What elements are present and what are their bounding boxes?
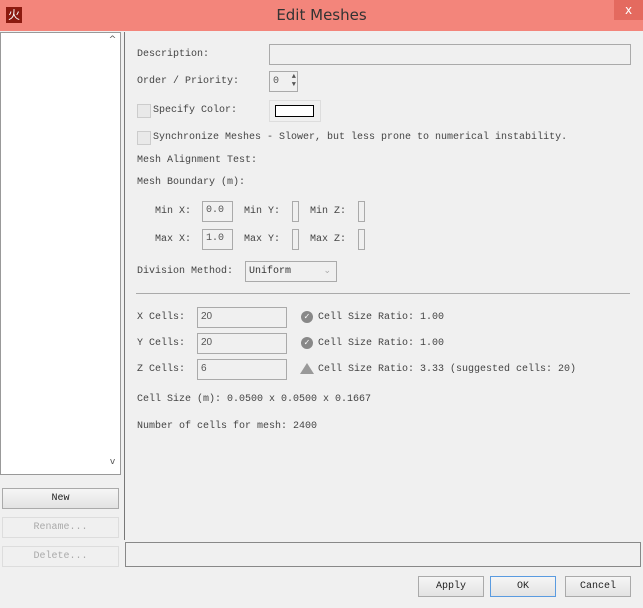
new-button[interactable]: New xyxy=(2,488,119,509)
cancel-button[interactable]: Cancel xyxy=(565,576,631,597)
color-swatch xyxy=(275,105,314,117)
number-of-cells-text: Number of cells for mesh: 2400 xyxy=(137,421,318,432)
min-y-input[interactable] xyxy=(292,201,299,222)
description-label: Description: xyxy=(137,49,210,60)
min-y-label: Min Y: xyxy=(244,206,281,217)
z-cells-input[interactable]: 6 xyxy=(197,359,287,380)
apply-button[interactable]: Apply xyxy=(418,576,484,597)
x-cells-label: X Cells: xyxy=(137,312,186,323)
delete-button[interactable]: Delete... xyxy=(2,546,119,567)
priority-label: Order / Priority: xyxy=(137,76,240,87)
priority-value: 0 xyxy=(273,76,280,87)
color-picker-button[interactable] xyxy=(269,100,321,122)
max-x-label: Max X: xyxy=(155,234,192,245)
division-method-value: Uniform xyxy=(249,266,292,277)
priority-spinner[interactable]: 0 ▲ ▼ xyxy=(269,71,298,92)
scroll-up-icon[interactable]: ^ xyxy=(105,35,120,50)
max-y-label: Max Y: xyxy=(244,234,281,245)
min-z-label: Min Z: xyxy=(310,206,347,217)
min-z-input[interactable] xyxy=(358,201,365,222)
max-z-label: Max Z: xyxy=(310,234,347,245)
x-cells-input[interactable]: 20 xyxy=(197,307,287,328)
divider xyxy=(136,293,630,294)
window-title: Edit Meshes xyxy=(276,6,367,24)
synchronize-meshes-label: Synchronize Meshes - Slower, but less pr… xyxy=(153,132,568,143)
max-y-input[interactable] xyxy=(292,229,299,250)
division-method-label: Division Method: xyxy=(137,266,234,277)
y-cells-label: Y Cells: xyxy=(137,338,186,349)
close-button[interactable]: x xyxy=(614,0,643,20)
alignment-test-label: Mesh Alignment Test: xyxy=(137,155,258,166)
synchronize-meshes-checkbox[interactable] xyxy=(137,131,151,145)
z-cells-label: Z Cells: xyxy=(137,364,186,375)
x-cell-size-ratio: Cell Size Ratio: 1.00 xyxy=(318,312,445,323)
status-bar xyxy=(125,542,641,567)
min-x-label: Min X: xyxy=(155,206,192,217)
z-cell-size-ratio: Cell Size Ratio: 3.33 (suggested cells: … xyxy=(318,364,577,375)
cell-size-text: Cell Size (m): 0.0500 x 0.0500 x 0.1667 xyxy=(137,394,372,405)
min-x-input[interactable]: 0.0 xyxy=(202,201,233,222)
title-bar: 火 Edit Meshes x xyxy=(0,0,643,31)
specify-color-label: Specify Color: xyxy=(153,105,238,116)
y-cell-size-ratio: Cell Size Ratio: 1.00 xyxy=(318,338,445,349)
mesh-list[interactable]: ^ v xyxy=(0,32,121,475)
warning-triangle-icon xyxy=(300,363,314,374)
mesh-boundary-label: Mesh Boundary (m): xyxy=(137,177,246,188)
check-circle-icon: ✓ xyxy=(301,337,313,349)
spinner-arrows-icon[interactable]: ▲ ▼ xyxy=(292,73,296,89)
check-circle-icon: ✓ xyxy=(301,311,313,323)
specify-color-checkbox[interactable] xyxy=(137,104,151,118)
division-method-select[interactable]: Uniform ⌄ xyxy=(245,261,337,282)
scroll-down-icon[interactable]: v xyxy=(105,457,120,472)
y-cells-input[interactable]: 20 xyxy=(197,333,287,354)
max-z-input[interactable] xyxy=(358,229,365,250)
max-x-input[interactable]: 1.0 xyxy=(202,229,233,250)
chevron-down-icon: ⌄ xyxy=(323,266,331,276)
description-input[interactable] xyxy=(269,44,631,65)
rename-button[interactable]: Rename... xyxy=(2,517,119,538)
ok-button[interactable]: OK xyxy=(490,576,556,597)
